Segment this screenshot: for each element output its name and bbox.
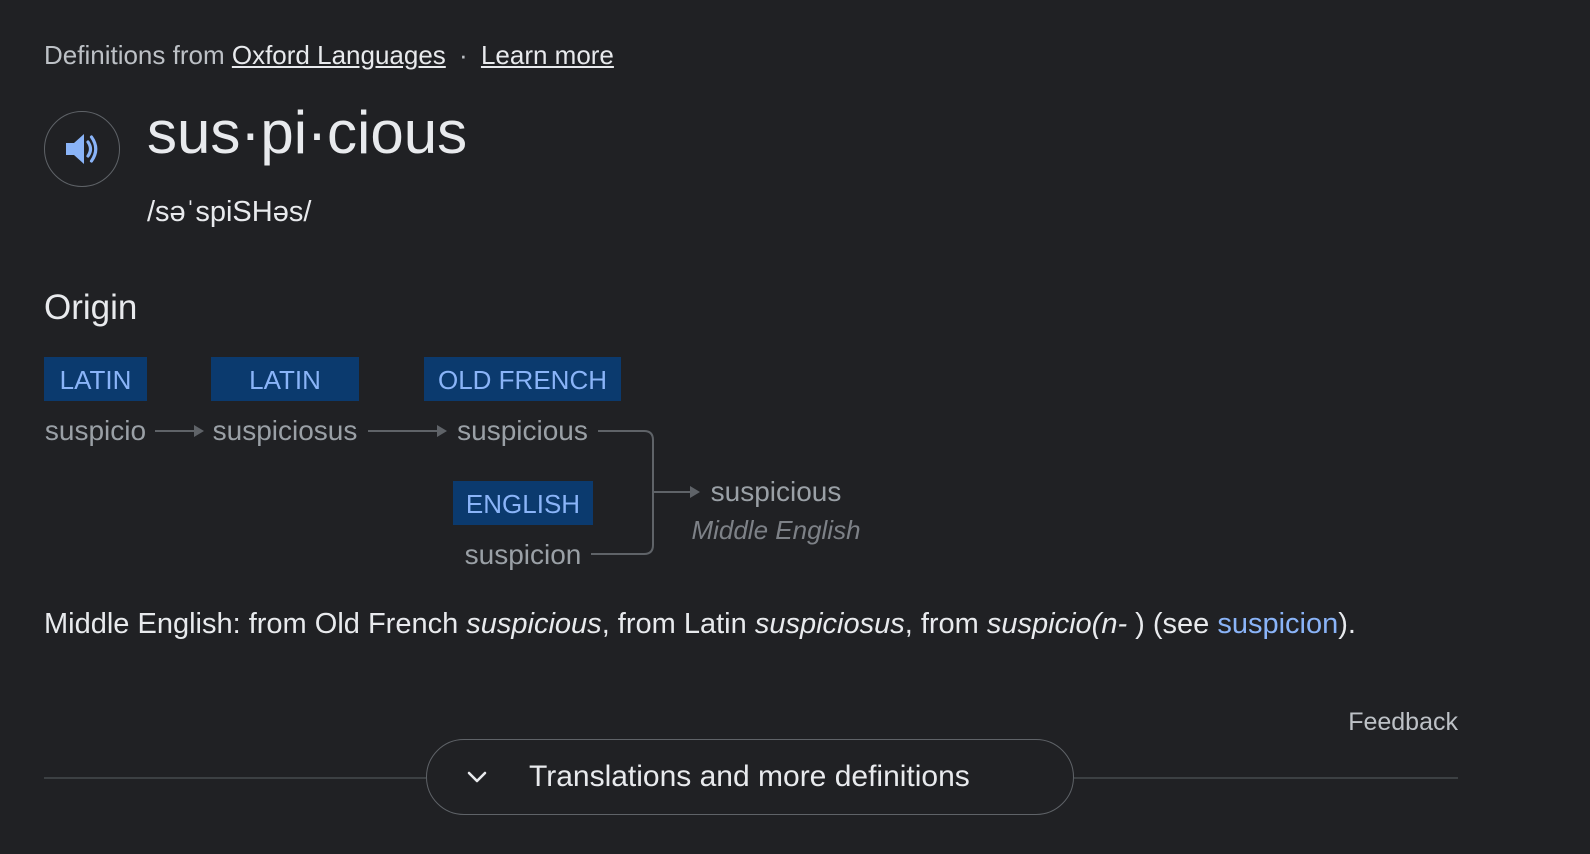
- pronunciation-play-button[interactable]: [44, 111, 120, 187]
- suspicion-link[interactable]: suspicion: [1217, 608, 1338, 640]
- learn-more-link[interactable]: Learn more: [481, 40, 614, 70]
- lang-label-english: ENGLISH: [466, 489, 580, 519]
- note-text: ).: [1338, 608, 1356, 640]
- connector-arrow: [690, 486, 700, 498]
- etym-result-language: Middle English: [691, 515, 860, 545]
- merge-bracket: [591, 430, 654, 555]
- etym-result-word: suspicious: [711, 476, 842, 507]
- volume-icon: [66, 134, 98, 164]
- etym-word-suspicion: suspicion: [465, 539, 582, 570]
- note-word: suspicio(n-: [986, 608, 1128, 640]
- phonetic-spelling: /səˈspiSHəs/: [147, 196, 312, 228]
- note-text: , from: [904, 608, 987, 640]
- lang-label-old-french: OLD FRENCH: [438, 365, 607, 395]
- etymology-note: Middle English: from Old French suspicio…: [44, 608, 1356, 641]
- lang-box-latin-2: [211, 357, 359, 401]
- etym-word-suspicious-of: suspicious: [457, 415, 588, 446]
- etym-word-suspicio: suspicio: [45, 415, 146, 446]
- more-button-label: Translations and more definitions: [529, 760, 970, 793]
- lang-label-latin-2: LATIN: [249, 365, 321, 395]
- lang-box-english: [453, 481, 593, 525]
- note-text: Middle English: from Old French: [44, 608, 467, 640]
- separator-dot: ·: [459, 40, 468, 70]
- connector-arrow: [194, 425, 204, 437]
- etym-word-suspiciosus: suspiciosus: [213, 415, 358, 446]
- divider-right: [1074, 777, 1458, 779]
- note-word: suspicious: [466, 608, 602, 640]
- note-text: , from Latin: [601, 608, 755, 640]
- source-attribution: Definitions from Oxford Languages · Lear…: [44, 40, 614, 71]
- lang-box-old-french: [424, 357, 621, 401]
- note-word: suspiciosus: [754, 608, 905, 640]
- origin-heading: Origin: [44, 288, 138, 327]
- lang-label-latin-1: LATIN: [60, 365, 132, 395]
- lang-box-latin-1: [44, 357, 147, 401]
- divider-left: [44, 777, 426, 779]
- chevron-down-icon: [467, 771, 487, 783]
- source-prefix: Definitions from: [44, 40, 225, 70]
- feedback-link[interactable]: Feedback: [1348, 708, 1458, 737]
- translations-more-definitions-button[interactable]: Translations and more definitions: [426, 739, 1074, 815]
- connector-arrow: [437, 425, 447, 437]
- dictionary-card: Definitions from Oxford Languages · Lear…: [0, 0, 1590, 854]
- note-text: ) (see: [1127, 608, 1218, 640]
- oxford-languages-link[interactable]: Oxford Languages: [232, 40, 446, 70]
- headword: sus·pi·cious: [147, 99, 468, 166]
